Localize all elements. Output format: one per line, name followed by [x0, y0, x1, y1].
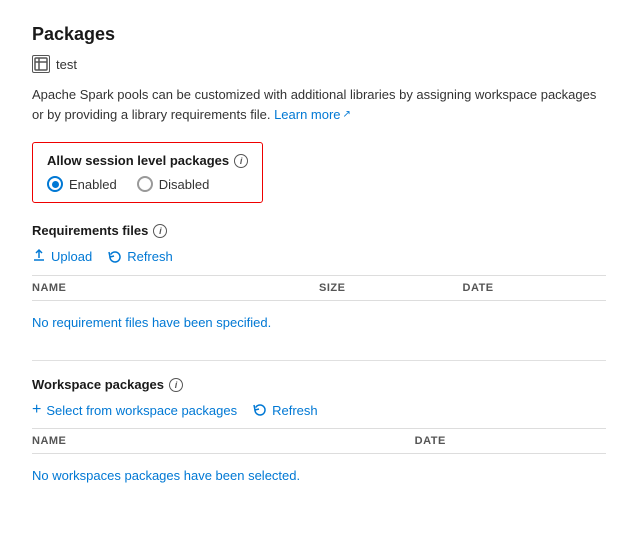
description-text: Apache Spark pools can be customized wit… — [32, 85, 606, 124]
workspace-packages-table-header: NAME DATE — [32, 428, 606, 454]
workspace-packages-section: Workspace packages i + Select from works… — [32, 377, 606, 493]
requirements-table-header: NAME SIZE DATE — [32, 275, 606, 301]
requirements-section: Requirements files i Upload Refresh — [32, 223, 606, 340]
disabled-label: Disabled — [159, 177, 210, 192]
upload-button[interactable]: Upload — [32, 248, 92, 265]
requirements-header: Requirements files i — [32, 223, 606, 238]
session-packages-radio-group: Enabled Disabled — [47, 176, 248, 192]
workspace-refresh-button[interactable]: Refresh — [253, 403, 318, 418]
requirements-refresh-icon — [108, 250, 122, 264]
requirements-empty-message: No requirement files have been specified… — [32, 305, 606, 340]
workspace-packages-header: Workspace packages i — [32, 377, 606, 392]
session-packages-info-icon[interactable]: i — [234, 154, 248, 168]
upload-icon — [32, 248, 46, 265]
plus-icon: + — [32, 402, 41, 418]
learn-more-link[interactable]: Learn more ↗ — [274, 105, 351, 125]
workspace-packages-info-icon[interactable]: i — [169, 378, 183, 392]
workspace-name-col: NAME — [32, 435, 415, 447]
session-packages-label: Allow session level packages i — [47, 153, 248, 168]
workspace-date-col: DATE — [415, 435, 606, 447]
requirements-date-col: DATE — [463, 282, 607, 294]
external-link-icon: ↗ — [343, 107, 351, 122]
pool-icon — [32, 55, 50, 73]
pool-name-row: test — [32, 55, 606, 73]
enabled-radio-circle — [47, 176, 63, 192]
disabled-radio-circle — [137, 176, 153, 192]
workspace-refresh-icon — [253, 403, 267, 417]
session-packages-box: Allow session level packages i Enabled D… — [32, 142, 263, 203]
page-title: Packages — [32, 24, 606, 45]
enabled-radio[interactable]: Enabled — [47, 176, 117, 192]
requirements-name-col: NAME — [32, 282, 319, 294]
select-workspace-packages-button[interactable]: + Select from workspace packages — [32, 402, 237, 418]
section-divider — [32, 360, 606, 361]
disabled-radio[interactable]: Disabled — [137, 176, 210, 192]
enabled-label: Enabled — [69, 177, 117, 192]
requirements-toolbar: Upload Refresh — [32, 248, 606, 265]
pool-name-label: test — [56, 57, 77, 72]
requirements-refresh-button[interactable]: Refresh — [108, 249, 173, 264]
requirements-size-col: SIZE — [319, 282, 463, 294]
workspace-packages-toolbar: + Select from workspace packages Refresh — [32, 402, 606, 418]
requirements-info-icon[interactable]: i — [153, 224, 167, 238]
workspace-packages-empty-message: No workspaces packages have been selecte… — [32, 458, 606, 493]
